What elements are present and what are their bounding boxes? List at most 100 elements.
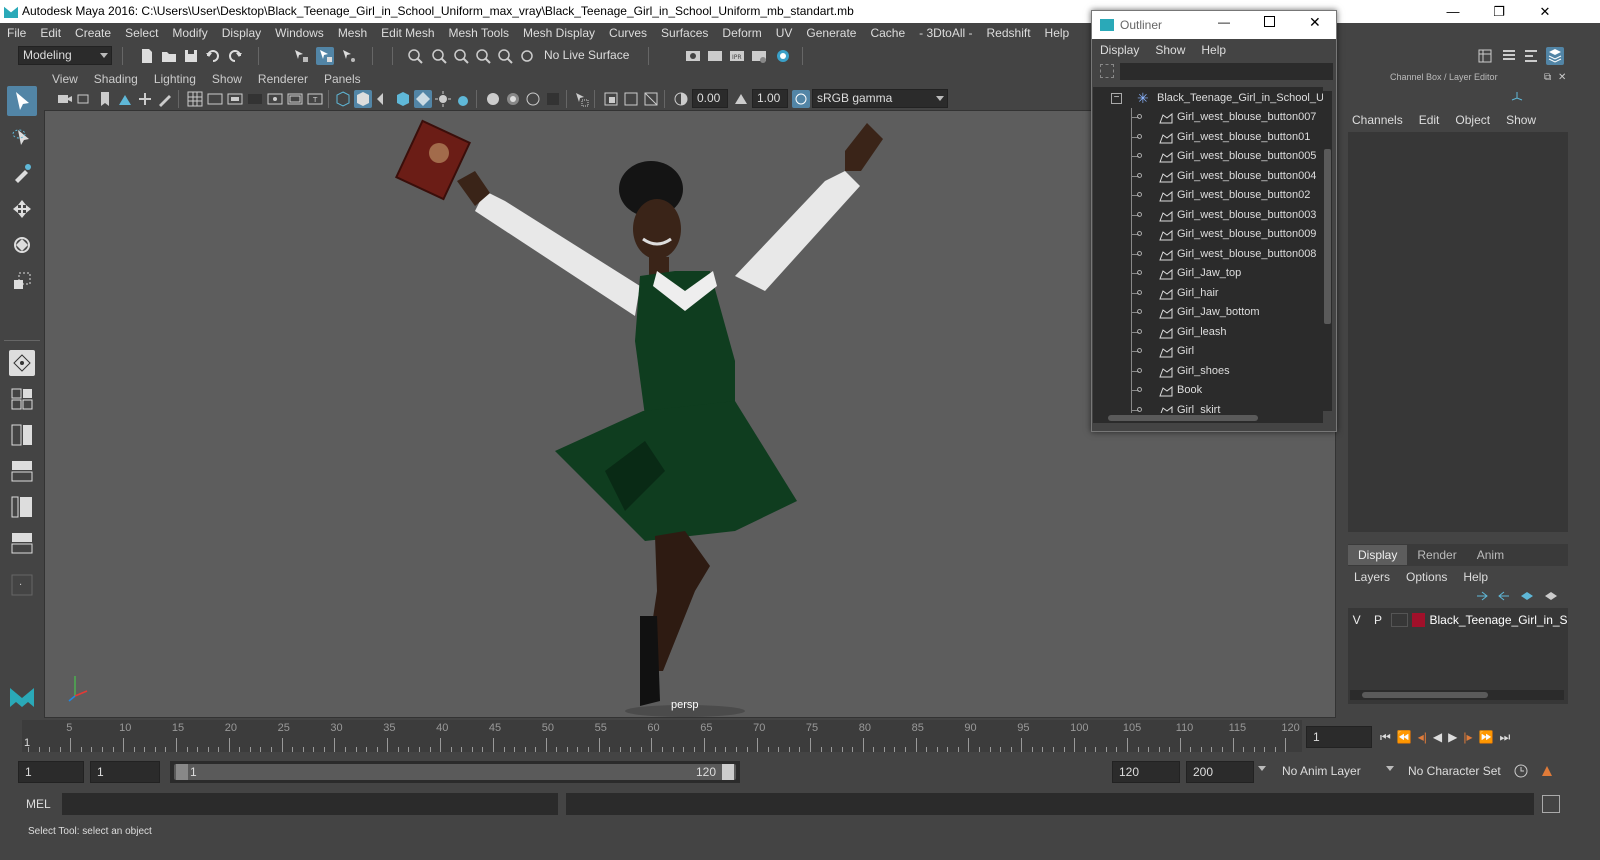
film-gate-icon[interactable] bbox=[206, 90, 224, 108]
xray-icon[interactable] bbox=[544, 90, 562, 108]
open-scene-icon[interactable] bbox=[160, 47, 178, 65]
collapse-icon[interactable]: − bbox=[1111, 93, 1122, 104]
go-to-end-icon[interactable]: ⏭ bbox=[1499, 730, 1510, 745]
script-editor-icon[interactable] bbox=[1542, 795, 1560, 813]
vp-menu-renderer[interactable]: Renderer bbox=[250, 70, 316, 88]
mel-input[interactable] bbox=[62, 793, 558, 815]
toggle-modeling-toolkit-icon[interactable] bbox=[1476, 47, 1494, 65]
make-live-icon[interactable] bbox=[518, 47, 536, 65]
layer-visibility-toggle[interactable]: V bbox=[1348, 613, 1365, 627]
color-space-dropdown[interactable]: sRGB gamma bbox=[812, 89, 948, 108]
character-set-dropdown[interactable]: No Character Set bbox=[1402, 761, 1506, 783]
use-all-lights-icon[interactable] bbox=[414, 90, 432, 108]
menu-uv[interactable]: UV bbox=[769, 23, 800, 43]
ipr-render-icon[interactable]: IPR bbox=[728, 47, 746, 65]
camera-select-icon[interactable] bbox=[56, 90, 74, 108]
vp-menu-shading[interactable]: Shading bbox=[86, 70, 146, 88]
range-slider[interactable]: 1 120 bbox=[170, 761, 740, 783]
playback-end-field[interactable]: 120 bbox=[1112, 761, 1180, 783]
snap-grid-icon[interactable] bbox=[406, 47, 424, 65]
render-view-icon[interactable] bbox=[706, 47, 724, 65]
vp-menu-show[interactable]: Show bbox=[204, 70, 250, 88]
menu-modify[interactable]: Modify bbox=[165, 23, 214, 43]
list-item[interactable]: Girl_west_blouse_button009 bbox=[1093, 225, 1323, 244]
layer-menu-layers[interactable]: Layers bbox=[1346, 570, 1398, 584]
outliner-menu-help[interactable]: Help bbox=[1193, 43, 1234, 57]
list-item[interactable]: Girl_west_blouse_button004 bbox=[1093, 167, 1323, 186]
list-item[interactable]: − ✳ Black_Teenage_Girl_in_School_Ur bbox=[1093, 89, 1323, 108]
layer-playback-toggle[interactable]: P bbox=[1369, 613, 1386, 627]
wireframe-on-shaded-icon[interactable] bbox=[374, 90, 392, 108]
auto-key-icon[interactable] bbox=[1512, 762, 1530, 780]
list-item[interactable]: Girl_Jaw_top bbox=[1093, 264, 1323, 283]
list-item[interactable]: Girl_shoes bbox=[1093, 362, 1323, 381]
playback-start-field[interactable]: 1 bbox=[90, 761, 160, 783]
menu-create[interactable]: Create bbox=[68, 23, 118, 43]
snap-view-icon[interactable] bbox=[474, 47, 492, 65]
shadows-icon[interactable] bbox=[434, 90, 452, 108]
range-slider-handle[interactable]: 1 120 bbox=[174, 764, 736, 780]
render-frame-icon[interactable] bbox=[684, 47, 702, 65]
toggle-tool-settings-icon[interactable] bbox=[1522, 47, 1540, 65]
new-layer-selected-icon[interactable] bbox=[1542, 590, 1558, 602]
menu-deform[interactable]: Deform bbox=[715, 23, 768, 43]
outliner-maximize-button[interactable] bbox=[1264, 16, 1275, 27]
maximize-button[interactable]: ❐ bbox=[1476, 0, 1522, 23]
wireframe-icon[interactable] bbox=[334, 90, 352, 108]
menu-cache[interactable]: Cache bbox=[863, 23, 912, 43]
snap-curve-icon[interactable] bbox=[430, 47, 448, 65]
resolution-gate-icon[interactable] bbox=[226, 90, 244, 108]
outliner-menu-display[interactable]: Display bbox=[1092, 43, 1147, 57]
hypershade-icon[interactable] bbox=[774, 47, 792, 65]
image-plane-icon[interactable] bbox=[116, 90, 134, 108]
tab-render[interactable]: Render bbox=[1407, 545, 1466, 565]
layer-color-swatch[interactable] bbox=[1412, 613, 1426, 627]
undo-icon[interactable] bbox=[204, 47, 222, 65]
select-object-icon[interactable] bbox=[316, 47, 334, 65]
menu-help[interactable]: Help bbox=[1038, 23, 1077, 43]
paint-select-tool-icon[interactable] bbox=[7, 158, 37, 188]
exposure-icon[interactable] bbox=[672, 90, 690, 108]
list-item[interactable]: Girl_west_blouse_button003 bbox=[1093, 206, 1323, 225]
field-chart-icon[interactable] bbox=[266, 90, 284, 108]
go-to-start-icon[interactable]: ⏮ bbox=[1380, 730, 1391, 745]
list-item[interactable]: Girl_hair bbox=[1093, 284, 1323, 303]
outliner-menu-show[interactable]: Show bbox=[1147, 43, 1193, 57]
redo-icon[interactable] bbox=[226, 47, 244, 65]
minimize-button[interactable]: — bbox=[1430, 0, 1476, 23]
mel-label[interactable]: MEL bbox=[26, 797, 51, 811]
save-scene-icon[interactable] bbox=[182, 47, 200, 65]
menu-curves[interactable]: Curves bbox=[602, 23, 654, 43]
float-panel-icon[interactable]: ⧉ bbox=[1544, 72, 1551, 83]
menu-edit[interactable]: Edit bbox=[33, 23, 68, 43]
step-back-frame-icon[interactable]: ◂| bbox=[1418, 730, 1427, 744]
new-layer-icon[interactable] bbox=[1518, 590, 1534, 602]
snap-point-icon[interactable] bbox=[452, 47, 470, 65]
persp-outliner-layout-icon[interactable] bbox=[7, 492, 37, 522]
color-management-icon[interactable] bbox=[792, 90, 810, 108]
tab-display[interactable]: Display bbox=[1348, 545, 1408, 565]
move-layer-up-icon[interactable] bbox=[1474, 590, 1490, 602]
menu-windows[interactable]: Windows bbox=[268, 23, 331, 43]
camera-attributes-icon[interactable] bbox=[76, 90, 94, 108]
outliner-vertical-scrollbar[interactable] bbox=[1323, 91, 1332, 411]
step-forward-frame-icon[interactable]: |▸ bbox=[1463, 730, 1472, 744]
xray-joints-icon[interactable] bbox=[622, 90, 640, 108]
cb-menu-edit[interactable]: Edit bbox=[1411, 113, 1448, 127]
close-button[interactable]: ✕ bbox=[1522, 0, 1568, 23]
menu-select[interactable]: Select bbox=[118, 23, 165, 43]
cb-menu-object[interactable]: Object bbox=[1447, 113, 1498, 127]
outliner-minimize-button[interactable]: — bbox=[1218, 15, 1230, 29]
bookmarks-icon[interactable] bbox=[96, 90, 114, 108]
new-scene-icon[interactable] bbox=[138, 47, 156, 65]
maya-home-icon[interactable] bbox=[7, 680, 37, 710]
character-set-arrow-icon[interactable] bbox=[1386, 766, 1394, 771]
current-frame-field[interactable]: 1 bbox=[1306, 726, 1372, 748]
safe-title-icon[interactable]: T bbox=[306, 90, 324, 108]
animation-preferences-icon[interactable] bbox=[1538, 762, 1556, 780]
menu-mesh-tools[interactable]: Mesh Tools bbox=[442, 23, 516, 43]
2d-pan-zoom-icon[interactable] bbox=[136, 90, 154, 108]
list-item[interactable]: Book bbox=[1093, 381, 1323, 400]
vp-menu-lighting[interactable]: Lighting bbox=[146, 70, 204, 88]
menu-mesh[interactable]: Mesh bbox=[331, 23, 374, 43]
